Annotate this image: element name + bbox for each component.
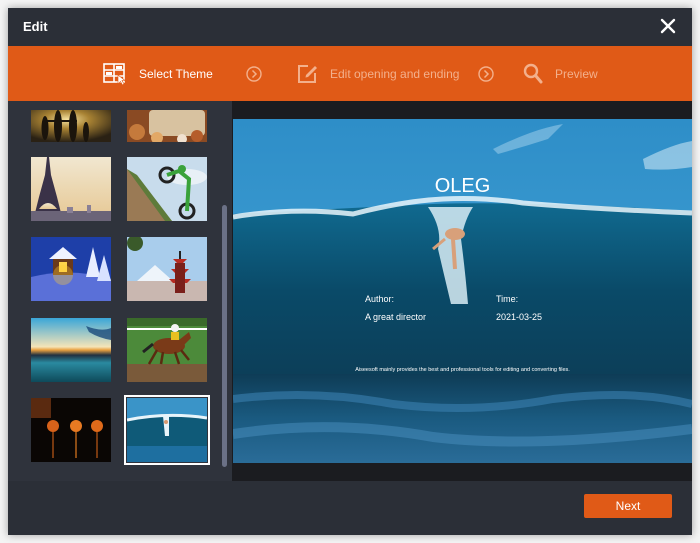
- theme-thumbnail[interactable]: [127, 110, 207, 142]
- theme-thumbnail[interactable]: [31, 237, 111, 301]
- step-label: Select Theme: [139, 66, 213, 81]
- theme-thumbnail[interactable]: [31, 110, 111, 142]
- edit-dialog: Edit Select Theme Edit opening and endin…: [8, 8, 692, 535]
- close-icon[interactable]: [658, 16, 678, 36]
- scrollbar-thumb[interactable]: [222, 205, 227, 467]
- chevron-right-circle-icon: [246, 66, 262, 82]
- step-edit-opening-ending[interactable]: Edit opening and ending: [296, 46, 459, 101]
- theme-grid-icon: [103, 62, 126, 85]
- preview-author-value: A great director: [365, 312, 427, 322]
- edit-icon: [298, 64, 317, 83]
- preview-time-value: 2021-03-25: [496, 312, 543, 322]
- step-bar: Select Theme Edit opening and ending Pre…: [8, 46, 692, 101]
- step-preview[interactable]: Preview: [523, 46, 598, 101]
- title-bar: Edit: [8, 8, 692, 46]
- preview-frame: OLEG Author: A great director Time: 2021…: [233, 119, 692, 463]
- step-label: Preview: [555, 66, 598, 81]
- theme-thumbnail[interactable]: [127, 237, 207, 301]
- chevron-right-circle-icon: [478, 66, 494, 82]
- next-button[interactable]: Next: [584, 494, 672, 518]
- theme-thumbnail-selected[interactable]: [124, 395, 210, 465]
- step-select-theme[interactable]: Select Theme: [103, 46, 213, 101]
- dialog-title: Edit: [23, 19, 48, 34]
- preview-tagline: Aiseesoft mainly provides the best and p…: [355, 367, 570, 373]
- preview-time-label: Time:: [496, 294, 519, 304]
- theme-thumbnail[interactable]: [31, 318, 111, 382]
- search-icon: [523, 63, 543, 83]
- theme-thumbnail[interactable]: [127, 318, 207, 382]
- preview-area: OLEG Author: A great director Time: 2021…: [232, 101, 692, 481]
- theme-thumbnail[interactable]: [31, 398, 111, 462]
- preview-title: OLEG: [434, 175, 491, 197]
- footer: Next: [8, 481, 692, 535]
- preview-author-label: Author:: [365, 294, 395, 304]
- step-label: Edit opening and ending: [330, 66, 460, 81]
- theme-thumbnail[interactable]: [127, 157, 207, 221]
- preview-background-image: [233, 119, 692, 463]
- theme-thumbnail[interactable]: [31, 157, 111, 221]
- theme-list: [8, 101, 232, 481]
